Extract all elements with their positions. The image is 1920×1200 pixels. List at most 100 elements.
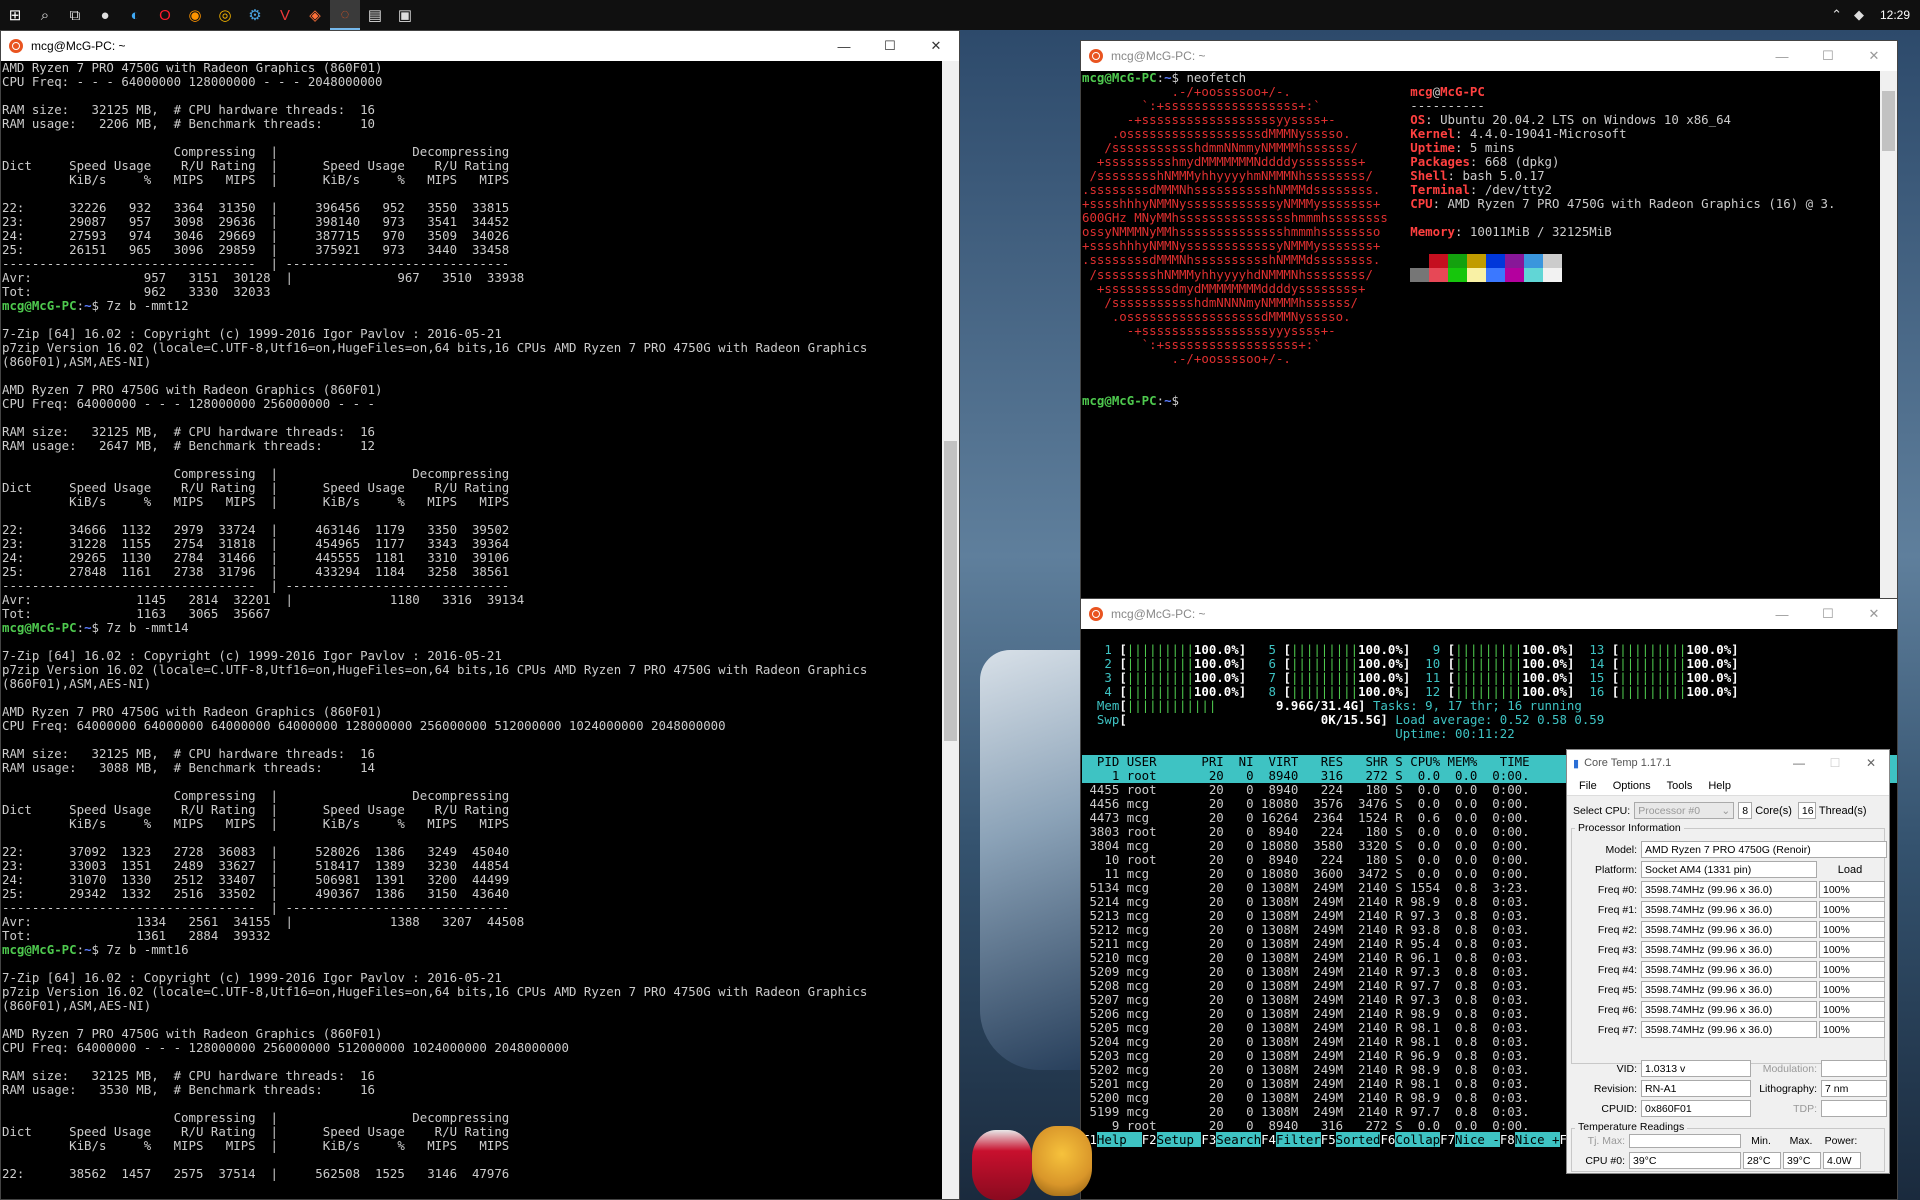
cpu0-label: CPU #0: bbox=[1585, 1154, 1625, 1167]
minimize-button[interactable]: — bbox=[1781, 750, 1817, 776]
explorer-icon[interactable]: ▣ bbox=[390, 0, 420, 30]
process-text: 5211 mcg 20 0 1308M 249M 2140 R 95.4 0.8… bbox=[1082, 936, 1530, 951]
firefox-icon[interactable]: ◉ bbox=[180, 0, 210, 30]
windows-icon[interactable]: ⊞ bbox=[0, 0, 30, 30]
fkey-action[interactable]: Search bbox=[1216, 1132, 1262, 1147]
titlebar[interactable]: mcg@McG-PC: ~ — ☐ ✕ bbox=[1081, 599, 1897, 629]
process-text: 3804 mcg 20 0 18080 3580 3320 S 0.0 0.0 … bbox=[1082, 838, 1530, 853]
maximize-button[interactable]: ☐ bbox=[867, 31, 913, 61]
terminal-line: p7zip Version 16.02 (locale=C.UTF-8,Utf1… bbox=[2, 662, 868, 677]
titlebar[interactable]: ▮ Core Temp 1.17.1 — ☐ ✕ bbox=[1567, 750, 1889, 776]
palette-swatch bbox=[1410, 268, 1430, 282]
terminal-line: Tot: 962 3330 32033 bbox=[2, 284, 271, 299]
fkey-action[interactable]: Help bbox=[1096, 1132, 1142, 1147]
menu-item-help[interactable]: Help bbox=[1700, 780, 1739, 792]
fkey-label[interactable]: F4 bbox=[1261, 1132, 1276, 1147]
menu-item-tools[interactable]: Tools bbox=[1659, 780, 1701, 792]
fkey-label[interactable]: F7 bbox=[1440, 1132, 1455, 1147]
edge-icon[interactable]: ◐ bbox=[120, 0, 150, 30]
info-key: Terminal bbox=[1410, 182, 1470, 197]
mem-label: Mem bbox=[1082, 698, 1120, 713]
close-button[interactable]: ✕ bbox=[1851, 599, 1897, 629]
settings-icon[interactable]: ⚙ bbox=[240, 0, 270, 30]
fkey-action[interactable]: Collap bbox=[1395, 1132, 1441, 1147]
close-button[interactable]: ✕ bbox=[1853, 750, 1889, 776]
terminal-output[interactable]: mcg@McG-PC:~$ neofetch .-/+oossssoo+/-. … bbox=[1081, 71, 1880, 599]
chevron-up-icon[interactable]: ⌃ bbox=[1825, 7, 1848, 23]
freq-label: Freq #4: bbox=[1597, 963, 1637, 976]
titlebar[interactable]: mcg@McG-PC: ~ — ☐ ✕ bbox=[1081, 41, 1897, 71]
terminal-window-7zip[interactable]: mcg@McG-PC: ~ — ☐ ✕ AMD Ryzen 7 PRO 4750… bbox=[0, 30, 960, 1200]
palette-swatch bbox=[1486, 253, 1506, 268]
freq-load: 100% bbox=[1819, 881, 1885, 898]
minimize-button[interactable]: — bbox=[1759, 41, 1805, 71]
cpu-bar: ||||||||| bbox=[1619, 656, 1687, 671]
process-text: 5207 mcg 20 0 1308M 249M 2140 R 97.3 0.8… bbox=[1082, 992, 1530, 1007]
process-text: 4456 mcg 20 0 18080 3576 3476 S 0.0 0.0 … bbox=[1082, 796, 1530, 811]
vivaldi-icon[interactable]: V bbox=[270, 0, 300, 30]
terminal-window-neofetch[interactable]: mcg@McG-PC: ~ — ☐ ✕ mcg@McG-PC:~$ neofet… bbox=[1080, 40, 1898, 600]
terminal-output[interactable]: AMD Ryzen 7 PRO 4750G with Radeon Graphi… bbox=[1, 61, 942, 1199]
neofetch-line: ossyNMMMNyMMhsssssssssssssshmmmhssssssso… bbox=[1082, 225, 1880, 239]
titlebar[interactable]: mcg@McG-PC: ~ — ☐ ✕ bbox=[1, 31, 959, 61]
cpu-number: 10 bbox=[1410, 656, 1448, 671]
firefox-dev-icon[interactable]: ◈ bbox=[300, 0, 330, 30]
task-view-icon[interactable]: ⧉ bbox=[60, 0, 90, 30]
cpu-bar: ||||||||| bbox=[1619, 642, 1687, 657]
terminal-line: CPU Freq: - - - 64000000 128000000 - - -… bbox=[2, 74, 383, 89]
maximize-button[interactable]: ☐ bbox=[1805, 599, 1851, 629]
color-palette bbox=[1410, 268, 1563, 282]
minimize-button[interactable]: — bbox=[821, 31, 867, 61]
close-button[interactable]: ✕ bbox=[913, 31, 959, 61]
search-icon[interactable]: ⌕ bbox=[30, 0, 60, 30]
fkey-action[interactable]: Filter bbox=[1275, 1132, 1321, 1147]
cpu-bar: ||||||||| bbox=[1455, 656, 1523, 671]
security-icon[interactable]: ◆ bbox=[1848, 7, 1870, 23]
scrollbar[interactable] bbox=[1880, 71, 1897, 599]
info-key: OS bbox=[1410, 112, 1426, 127]
fkey-label[interactable]: F2 bbox=[1142, 1132, 1157, 1147]
document-icon[interactable]: ▤ bbox=[360, 0, 390, 30]
menu-item-options[interactable]: Options bbox=[1605, 780, 1659, 792]
uptime-row: Uptime: 00:11:22 bbox=[1082, 727, 1897, 741]
minimize-button[interactable]: — bbox=[1759, 599, 1805, 629]
ubuntu-icon[interactable]: ◌ bbox=[330, 0, 360, 30]
opera-icon[interactable]: O bbox=[150, 0, 180, 30]
clock[interactable]: 12:29 bbox=[1870, 8, 1920, 22]
cpu-number: 4 bbox=[1082, 684, 1120, 699]
terminal-line: Dict Speed Usage R/U Rating | Speed Usag… bbox=[2, 802, 510, 817]
palette-swatch bbox=[1524, 253, 1544, 268]
fkey-action[interactable]: Sorted bbox=[1335, 1132, 1381, 1147]
cpu-percent: 100.0% bbox=[1522, 642, 1567, 657]
chrome-icon[interactable]: ● bbox=[90, 0, 120, 30]
fkey-action[interactable]: Nice + bbox=[1514, 1132, 1560, 1147]
fkey-label[interactable]: F8 bbox=[1500, 1132, 1515, 1147]
freq-label: Freq #3: bbox=[1597, 943, 1637, 956]
cpu-bracket: [ bbox=[1119, 642, 1127, 657]
cpu-number: 6 bbox=[1246, 656, 1284, 671]
terminal-line: AMD Ryzen 7 PRO 4750G with Radeon Graphi… bbox=[2, 61, 383, 75]
fkey-label[interactable]: F6 bbox=[1380, 1132, 1395, 1147]
fkey-label[interactable]: F5 bbox=[1321, 1132, 1336, 1147]
freq-label: Freq #0: bbox=[1597, 883, 1637, 896]
tdp-label: TDP: bbox=[1793, 1102, 1817, 1115]
cpu-bracket: ] bbox=[1731, 684, 1739, 699]
cpu-number: 13 bbox=[1574, 642, 1612, 657]
select-cpu-dropdown[interactable]: Processor #0 ⌄ bbox=[1634, 802, 1735, 819]
prompt-user: mcg@McG-PC bbox=[1082, 71, 1157, 85]
chevron-down-icon: ⌄ bbox=[1721, 804, 1731, 817]
coretemp-window[interactable]: ▮ Core Temp 1.17.1 — ☐ ✕ File Options Tool… bbox=[1566, 749, 1890, 1174]
scrollbar[interactable] bbox=[942, 61, 959, 1199]
fkey-label[interactable]: F3 bbox=[1201, 1132, 1216, 1147]
maximize-button[interactable]: ☐ bbox=[1805, 41, 1851, 71]
fkey-action[interactable]: Setup bbox=[1156, 1132, 1202, 1147]
fkey-action[interactable]: Nice - bbox=[1455, 1132, 1500, 1147]
command-text: $ 7z b -mmt16 bbox=[91, 942, 189, 957]
chrome-canary-icon[interactable]: ◎ bbox=[210, 0, 240, 30]
menu-item-file[interactable]: File bbox=[1571, 780, 1605, 792]
terminal-line: Compressing | Decompressing bbox=[2, 144, 510, 159]
cpu-bracket: [ bbox=[1283, 684, 1291, 699]
close-button[interactable]: ✕ bbox=[1851, 41, 1897, 71]
maximize-button[interactable]: ☐ bbox=[1817, 750, 1853, 776]
